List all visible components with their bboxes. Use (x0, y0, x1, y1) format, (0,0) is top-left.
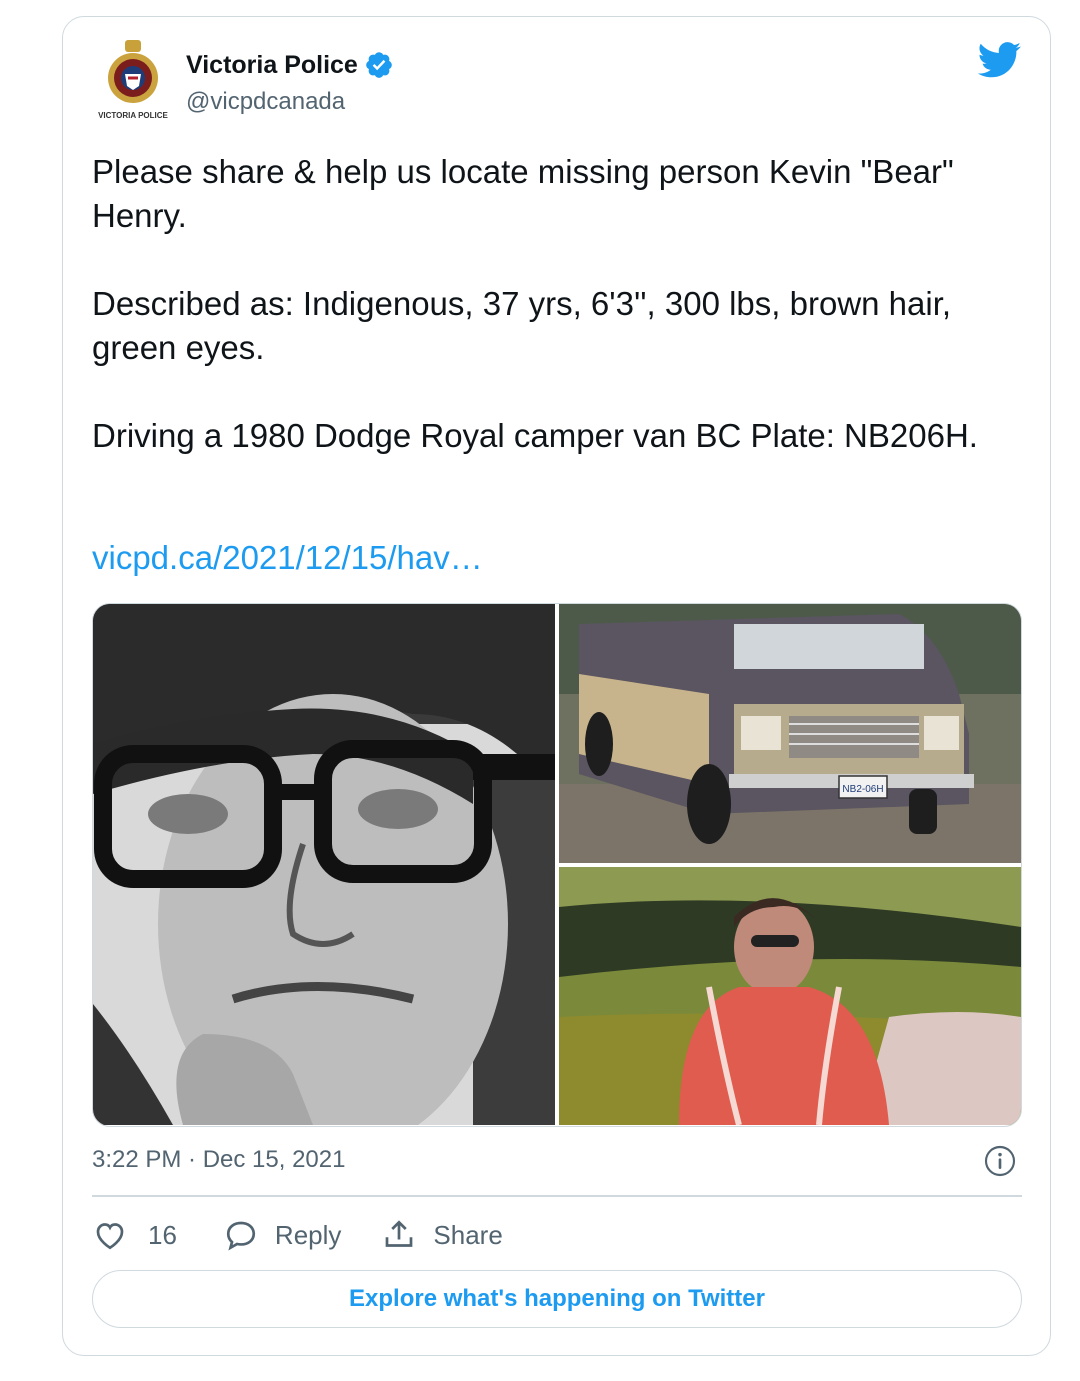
explore-twitter-button[interactable]: Explore what's happening on Twitter (92, 1270, 1022, 1328)
avatar-badge-text: VICTORIA POLICE (98, 111, 168, 120)
share-button[interactable]: Share (381, 1217, 503, 1253)
tweet-text: Please share & help us locate missing pe… (92, 153, 978, 454)
author-name[interactable]: Victoria Police (186, 51, 358, 80)
reply-label: Reply (274, 1219, 342, 1250)
share-upload-icon (386, 1220, 413, 1247)
like-count: 16 (148, 1219, 177, 1250)
verified-badge-icon (366, 52, 392, 78)
camper-van-photo[interactable]: NB2-06H (559, 604, 1021, 863)
tweet-link[interactable]: vicpd.ca/2021/12/15/hav… (92, 539, 483, 577)
author-name-row[interactable]: Victoria Police (186, 50, 394, 80)
like-button[interactable]: 16 (92, 1217, 177, 1253)
reply-bubble-icon (226, 1221, 256, 1251)
reply-button[interactable]: Reply (223, 1217, 341, 1253)
media-grid: NB2-06H (92, 603, 1022, 1127)
missing-person-field-photo[interactable] (559, 867, 1021, 1125)
victoria-police-badge-avatar[interactable]: VICTORIA POLICE (98, 38, 168, 124)
author-handle[interactable]: @vicpdcanada (186, 88, 345, 116)
divider (92, 1195, 1022, 1197)
share-label: Share (433, 1219, 503, 1250)
heart-icon (96, 1223, 124, 1250)
action-bar: 16 Reply Share (92, 1214, 503, 1256)
info-icon[interactable] (984, 1145, 1016, 1177)
twitter-bird-icon[interactable] (978, 42, 1022, 78)
missing-person-portrait-photo[interactable] (93, 604, 555, 1125)
license-plate-text: NB2-06H (842, 784, 883, 795)
tweet-timestamp[interactable]: 3:22 PM · Dec 15, 2021 (92, 1146, 345, 1174)
